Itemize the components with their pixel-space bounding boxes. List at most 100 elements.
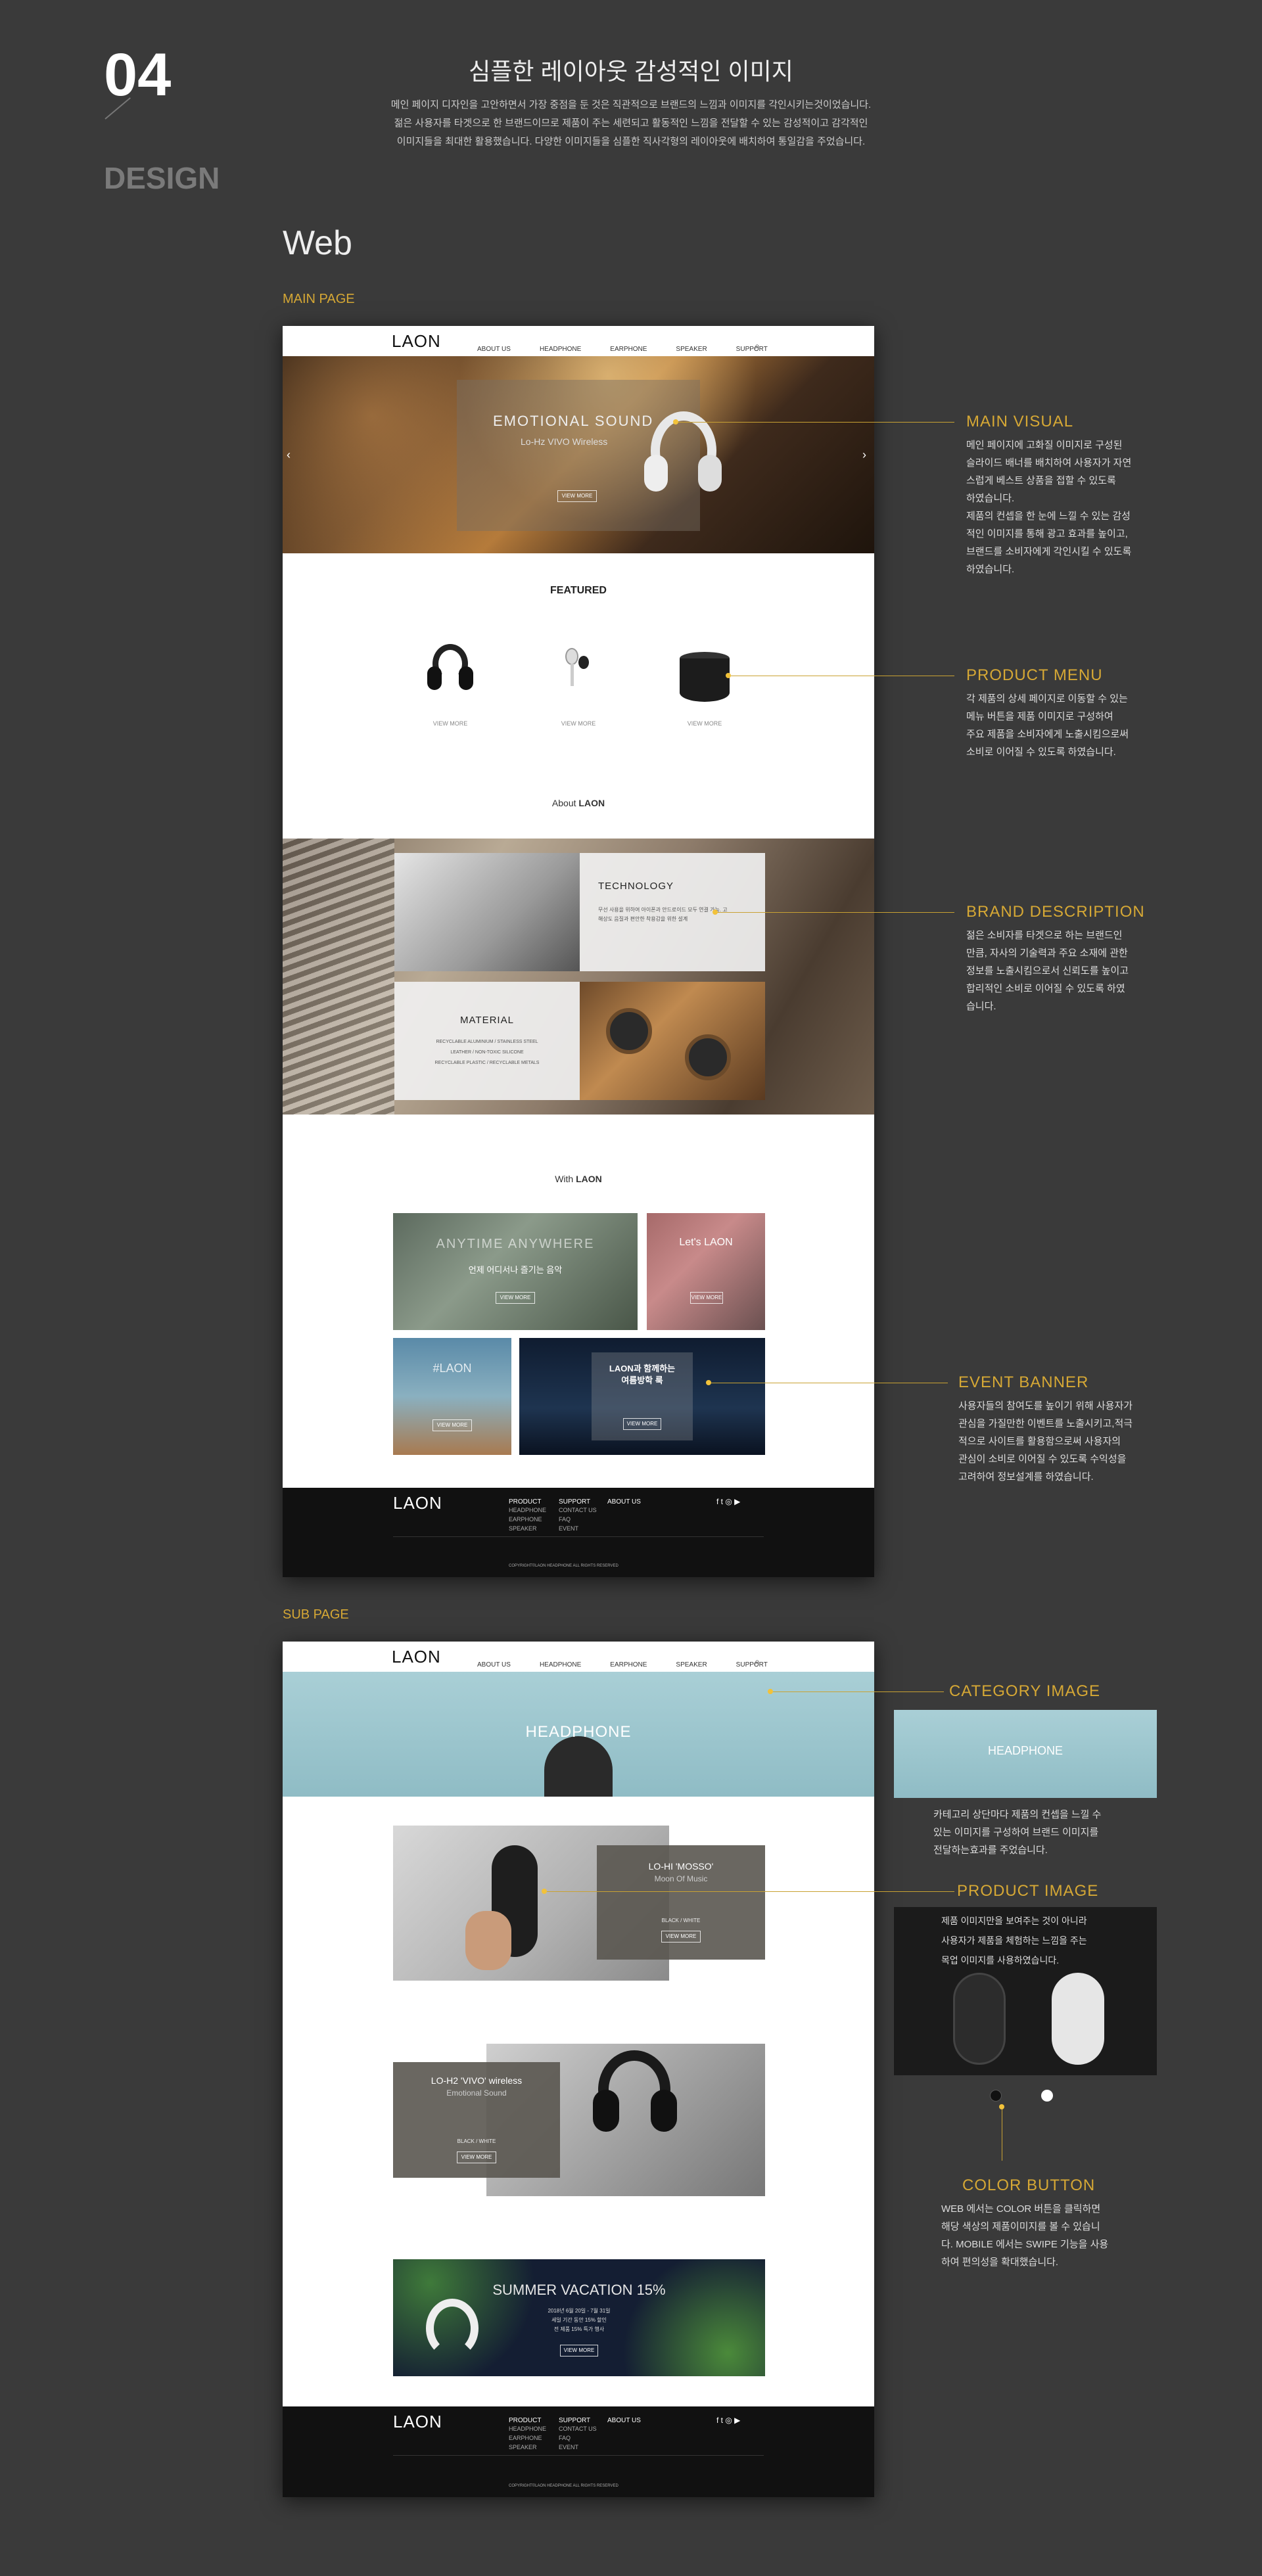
hero-view-more-button[interactable]: VIEW MORE xyxy=(557,490,597,502)
connector-line xyxy=(718,912,954,913)
nav-item-earphone[interactable]: EARPHONE xyxy=(610,1661,647,1668)
featured-item-label[interactable]: VIEW MORE xyxy=(552,720,605,727)
search-icon[interactable]: ⌕ xyxy=(755,1656,760,1667)
headphone-icon xyxy=(426,2299,479,2358)
nav-item-earphone[interactable]: EARPHONE xyxy=(610,346,647,353)
banner-view-more-button[interactable]: VIEW MORE xyxy=(560,2345,598,2357)
model-silhouette xyxy=(544,1736,613,1797)
nav-menu: ABOUT US HEADPHONE EARPHONE SPEAKER SUPP… xyxy=(477,1661,768,1668)
hand xyxy=(465,1911,511,1970)
category-image-preview: HEADPHONE xyxy=(894,1710,1157,1798)
material-title: MATERIAL xyxy=(460,1015,514,1026)
featured-item-label[interactable]: VIEW MORE xyxy=(424,720,477,727)
event-view-more-button[interactable]: VIEW MORE xyxy=(432,1419,472,1431)
annotation-title: MAIN VISUAL xyxy=(966,413,1074,430)
event-banner-summer-look[interactable]: LAON과 함께하는 여름방학 룩 VIEW MORE xyxy=(519,1338,765,1455)
event-view-more-button[interactable]: VIEW MORE xyxy=(496,1292,535,1304)
main-page-label: MAIN PAGE xyxy=(283,292,355,306)
product-colors[interactable]: BLACK / WHITE xyxy=(393,2138,560,2144)
annotation-title: PRODUCT MENU xyxy=(966,666,1103,684)
product-info-vivo: LO-H2 'VIVO' wireless Emotional Sound BL… xyxy=(393,2062,560,2178)
annotation-text-color: WEB 에서는 COLOR 버튼을 클릭하면 해당 색상의 제품이미지를 볼 수 … xyxy=(941,2203,1109,2268)
event-title: #LAON xyxy=(432,1362,472,1375)
event-view-more-button[interactable]: VIEW MORE xyxy=(690,1292,723,1304)
nav-item-support[interactable]: SUPPORT xyxy=(736,1661,768,1668)
event-banner-anytime[interactable]: ANYTIME ANYWHERE 언제 어디서나 즐기는 음악 VIEW MOR… xyxy=(393,1213,638,1330)
stripes-bg xyxy=(283,839,394,1115)
annotation-text-brand: 젊은 소비자를 타겟으로 하는 브랜드인 만큼, 자사의 기술력과 주요 소재에 … xyxy=(966,930,1129,1012)
banner-title: SUMMER VACATION 15% xyxy=(492,2282,666,2298)
featured-item-label[interactable]: VIEW MORE xyxy=(678,720,731,727)
annotation-title: BRAND DESCRIPTION xyxy=(966,903,1145,921)
product-title: LO-HI 'MOSSO' xyxy=(648,1861,714,1872)
annotation-title: COLOR BUTTON xyxy=(962,2176,1096,2194)
footer-divider xyxy=(393,2455,764,2456)
event-banner-lets-laon[interactable]: Let's LAON VIEW MORE xyxy=(647,1213,765,1330)
tech-photo xyxy=(394,853,580,971)
footer-col-product: PRODUCT HEADPHONE EARPHONE SPEAKER xyxy=(509,2417,547,2450)
social-icons[interactable]: f t ◎ ▶ xyxy=(716,1497,740,1506)
footer-col-support: SUPPORT CONTACT US FAQ EVENT xyxy=(559,2417,597,2450)
nav-item-about[interactable]: ABOUT US xyxy=(477,1661,511,1668)
search-icon[interactable]: ⌕ xyxy=(755,340,760,352)
nav-item-speaker[interactable]: SPEAKER xyxy=(676,346,707,353)
speaker-grill xyxy=(606,1008,652,1054)
nav-item-headphone[interactable]: HEADPHONE xyxy=(540,1661,581,1668)
nav-item-speaker[interactable]: SPEAKER xyxy=(676,1661,707,1668)
footer-logo[interactable]: LAON xyxy=(393,2412,442,2432)
connector-line xyxy=(773,1691,944,1692)
nav-item-about[interactable]: ABOUT US xyxy=(477,346,511,353)
nav-item-support[interactable]: SUPPORT xyxy=(736,346,768,353)
nav-item-headphone[interactable]: HEADPHONE xyxy=(540,346,581,353)
summer-banner[interactable]: SUMMER VACATION 15% 2018년 6월 20일 - 7월 31… xyxy=(393,2259,765,2376)
featured-headphone[interactable] xyxy=(427,644,473,703)
event-banner-hashtag[interactable]: #LAON VIEW MORE xyxy=(393,1338,511,1455)
site-logo[interactable]: LAON xyxy=(392,331,441,352)
featured-earphone[interactable] xyxy=(559,648,598,707)
material-panel: MATERIAL RECYCLABLE ALUMINIUM / STAINLES… xyxy=(394,982,580,1100)
event-view-more-button[interactable]: VIEW MORE xyxy=(623,1418,661,1430)
sub-page-mockup: LAON ABOUT US HEADPHONE EARPHONE SPEAKER… xyxy=(283,1642,874,2497)
page-description: 메인 페이지 디자인을 고안하면서 가장 중점을 둔 것은 직관적으로 브랜드의… xyxy=(390,99,872,147)
cup-left xyxy=(593,2090,619,2132)
annotation-title: EVENT BANNER xyxy=(958,1373,1089,1391)
event-title: Let's LAON xyxy=(679,1237,733,1248)
cup-left xyxy=(427,666,442,690)
prev-arrow-icon[interactable]: ‹ xyxy=(287,448,291,462)
social-icons[interactable]: f t ◎ ▶ xyxy=(716,2416,740,2425)
annotation-text-main-visual: 메인 페이지에 고화질 이미지로 구성된 슬라이드 배너를 배치하여 사용자가 자… xyxy=(966,440,1132,575)
technology-text: 무선 사용을 위하여 아이폰과 안드로이드 모두 연결 가능. 고해상도 음질과… xyxy=(598,907,728,922)
copyright: COPYRIGHT©LAON HEADPHONE ALL RIGHTS RESE… xyxy=(509,2484,619,2488)
headphone-cup-left xyxy=(644,455,668,492)
featured-title: FEATURED xyxy=(550,585,607,596)
product-info-mosso: LO-HI 'MOSSO' Moon Of Music BLACK / WHIT… xyxy=(597,1845,765,1960)
featured-speaker[interactable] xyxy=(680,652,730,708)
site-nav: LAON ABOUT US HEADPHONE EARPHONE SPEAKER… xyxy=(283,326,874,356)
earbud-stem xyxy=(571,664,574,686)
footer-logo[interactable]: LAON xyxy=(393,1493,442,1513)
color-button-black[interactable] xyxy=(990,2090,1002,2102)
next-arrow-icon[interactable]: › xyxy=(862,448,866,462)
earbud-icon xyxy=(565,648,578,665)
copyright: COPYRIGHT©LAON HEADPHONE ALL RIGHTS RESE… xyxy=(509,1564,619,1568)
annotation-text-category: 카테고리 상단마다 제품의 컨셉을 느낄 수 있는 이미지를 구성하여 브랜드 이… xyxy=(933,1809,1102,1856)
main-page-mockup: LAON ABOUT US HEADPHONE EARPHONE SPEAKER… xyxy=(283,326,874,1577)
category-hero: HEADPHONE xyxy=(283,1672,874,1797)
cup-right xyxy=(459,666,473,690)
cup-right xyxy=(651,2090,677,2132)
headphone-white xyxy=(1052,1973,1104,2065)
event-subtitle: 언제 어디서나 즐기는 음악 xyxy=(468,1265,563,1275)
earbud-icon xyxy=(578,656,589,669)
annotation-title: CATEGORY IMAGE xyxy=(949,1682,1101,1700)
product-colors[interactable]: BLACK / WHITE xyxy=(597,1918,765,1923)
marker-product-menu xyxy=(726,673,731,678)
product-view-more-button[interactable]: VIEW MORE xyxy=(457,2151,496,2163)
marker-color-button xyxy=(999,2104,1004,2109)
color-button-white[interactable] xyxy=(1041,2090,1053,2102)
site-logo[interactable]: LAON xyxy=(392,1647,441,1667)
site-footer: LAON PRODUCT HEADPHONE EARPHONE SPEAKER … xyxy=(283,1488,874,1577)
product-image-preview: 제품 이미지만을 보여주는 것이 아니라 사용자가 제품을 체험하는 느낌을 주는… xyxy=(894,1907,1157,2075)
product-view-more-button[interactable]: VIEW MORE xyxy=(661,1931,701,1943)
annotation-text-product-image: 제품 이미지만을 보여주는 것이 아니라 사용자가 제품을 체험하는 느낌을 주는… xyxy=(941,1916,1087,1966)
site-nav: LAON ABOUT US HEADPHONE EARPHONE SPEAKER… xyxy=(283,1642,874,1672)
